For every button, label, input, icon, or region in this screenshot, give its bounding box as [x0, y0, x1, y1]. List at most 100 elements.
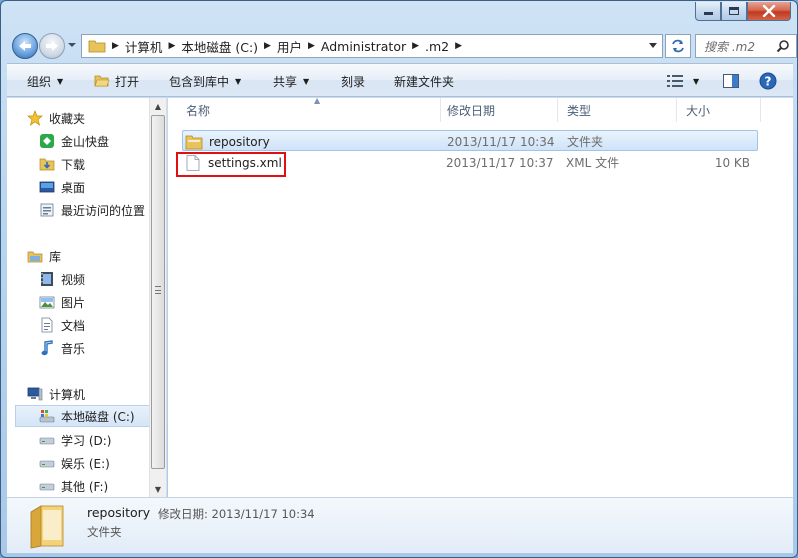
sidebar-item-kuaipan[interactable]: 金山快盘 — [39, 130, 109, 152]
breadcrumb-chevron-icon[interactable]: ▶ — [264, 41, 271, 51]
sidebar-group-computer[interactable]: 计算机 — [27, 383, 85, 405]
file-row[interactable]: repository 2013/11/17 10:34 文件夹 — [182, 130, 758, 151]
burn-label: 刻录 — [341, 74, 366, 89]
sidebar-group-libraries[interactable]: 库 — [27, 245, 61, 267]
chevron-down-icon: ▼ — [235, 76, 242, 86]
forward-button[interactable] — [39, 33, 65, 59]
scroll-down-icon[interactable]: ▼ — [150, 481, 166, 497]
navigation-pane-scrollbar[interactable]: ▲ ▼ — [149, 98, 166, 497]
chevron-down-icon: ▼ — [303, 76, 310, 86]
sidebar-item-recent-places[interactable]: 最近访问的位置 — [39, 199, 145, 221]
file-list-pane: 名称 ▲ 修改日期 类型 大小 repository 2013/11/17 10… — [168, 96, 793, 497]
sidebar-item-label: 娱乐 (E:) — [61, 456, 110, 471]
sidebar-item-label: 最近访问的位置 — [61, 203, 146, 218]
folder-icon — [185, 135, 203, 149]
sidebar-item-music[interactable]: 音乐 — [39, 337, 85, 359]
sidebar-item-pictures[interactable]: 图片 — [39, 291, 85, 313]
sidebar-item-downloads[interactable]: 下载 — [39, 153, 85, 175]
drive-icon — [39, 483, 55, 491]
file-name: repository — [209, 134, 270, 149]
svg-text:?: ? — [765, 75, 772, 89]
breadcrumb-item[interactable]: Administrator — [321, 39, 406, 54]
share-button[interactable]: 共享 ▼ — [273, 64, 309, 98]
close-icon — [762, 5, 776, 17]
sidebar-item-desktop[interactable]: 桌面 — [39, 176, 85, 198]
grip-icon — [155, 286, 161, 294]
change-view-button[interactable]: ▼ — [667, 64, 699, 98]
help-button[interactable]: ? — [759, 64, 777, 98]
include-in-library-button[interactable]: 包含到库中 ▼ — [169, 64, 241, 98]
open-folder-icon — [94, 75, 110, 87]
search-icon — [776, 40, 789, 53]
details-item-type: 文件夹 — [87, 525, 122, 539]
scrollbar-thumb[interactable] — [151, 115, 165, 469]
file-size: 10 KB — [714, 155, 750, 170]
forward-arrow-icon — [46, 41, 58, 51]
breadcrumb-item[interactable]: 计算机 — [125, 37, 163, 56]
breadcrumb-chevron-icon[interactable]: ▶ — [455, 41, 462, 51]
search-input[interactable]: 搜索 .m2 — [695, 34, 797, 58]
breadcrumb-chevron-icon[interactable]: ▶ — [168, 41, 175, 51]
sidebar-item-drive-f[interactable]: 其他 (F:) — [39, 475, 108, 497]
sidebar-item-documents[interactable]: 文档 — [39, 314, 85, 336]
command-bar: 组织 ▼ 打开 包含到库中 ▼ 共享 ▼ 刻录 新建文件夹 ▼ ? — [7, 63, 793, 97]
sidebar-group-favorites[interactable]: 收藏夹 — [27, 107, 85, 129]
address-history-dropdown[interactable] — [644, 35, 662, 57]
file-name-cell: repository — [185, 131, 270, 152]
maximize-button[interactable] — [721, 2, 747, 21]
sidebar-item-label: 金山快盘 — [61, 134, 110, 149]
sidebar-item-drive-d[interactable]: 学习 (D:) — [39, 429, 111, 451]
preview-pane-button[interactable] — [723, 64, 739, 98]
documents-icon — [41, 317, 53, 333]
minimize-icon — [703, 12, 713, 15]
column-header-type[interactable]: 类型 — [557, 98, 677, 122]
annotation-highlight-box — [176, 152, 286, 177]
star-icon — [27, 110, 43, 126]
navigation-bar: ▶ 计算机 ▶ 本地磁盘 (C:) ▶ 用户 ▶ Administrator ▶… — [9, 31, 797, 61]
search-placeholder: 搜索 .m2 — [704, 39, 755, 54]
drive-icon — [39, 460, 55, 468]
refresh-button[interactable] — [665, 34, 691, 58]
address-bar[interactable]: ▶ 计算机 ▶ 本地磁盘 (C:) ▶ 用户 ▶ Administrator ▶… — [81, 34, 663, 58]
chevron-down-icon — [649, 43, 657, 48]
column-header-modified[interactable]: 修改日期 — [437, 98, 558, 122]
open-button[interactable]: 打开 — [94, 64, 139, 98]
drive-c-icon — [39, 410, 55, 423]
organize-label: 组织 — [27, 74, 52, 89]
chevron-down-icon: ▼ — [693, 76, 700, 86]
sidebar-item-label: 桌面 — [61, 180, 86, 195]
share-label: 共享 — [273, 74, 298, 89]
column-header-label: 大小 — [686, 103, 711, 118]
close-button[interactable] — [747, 2, 791, 21]
back-button[interactable] — [12, 33, 38, 59]
new-folder-button[interactable]: 新建文件夹 — [394, 64, 454, 98]
details-pane: repository 修改日期: 2013/11/17 10:34 文件夹 — [7, 497, 793, 553]
sort-ascending-icon: ▲ — [314, 96, 321, 105]
preview-pane-icon — [723, 74, 739, 88]
explorer-window: ▶ 计算机 ▶ 本地磁盘 (C:) ▶ 用户 ▶ Administrator ▶… — [0, 0, 798, 558]
organize-button[interactable]: 组织 ▼ — [27, 64, 63, 98]
column-header-label: 修改日期 — [447, 103, 496, 118]
breadcrumb-chevron-icon[interactable]: ▶ — [412, 41, 419, 51]
minimize-button[interactable] — [695, 2, 721, 21]
sidebar-item-drive-e[interactable]: 娱乐 (E:) — [39, 452, 110, 474]
folder-icon — [88, 40, 106, 53]
breadcrumb-item[interactable]: 用户 — [277, 37, 302, 56]
desktop-icon — [39, 181, 55, 193]
recent-pages-dropdown[interactable] — [67, 39, 77, 49]
burn-button[interactable]: 刻录 — [341, 64, 365, 98]
scroll-up-icon[interactable]: ▲ — [150, 98, 166, 114]
breadcrumb-chevron-icon[interactable]: ▶ — [112, 41, 119, 51]
sidebar-item-drive-c[interactable]: 本地磁盘 (C:) — [15, 405, 157, 427]
sidebar-item-label: 学习 (D:) — [61, 433, 112, 448]
breadcrumb-item[interactable]: 本地磁盘 (C:) — [181, 37, 258, 56]
pictures-icon — [39, 296, 55, 309]
sidebar-item-video[interactable]: 视频 — [39, 268, 85, 290]
file-modified: 2013/11/17 10:34 — [447, 134, 555, 149]
file-type: XML 文件 — [566, 156, 620, 170]
details-item-name: repository — [87, 505, 151, 520]
column-header-size[interactable]: 大小 — [676, 98, 761, 122]
breadcrumb-chevron-icon[interactable]: ▶ — [308, 41, 315, 51]
breadcrumb-item[interactable]: .m2 — [425, 39, 449, 54]
column-header-name[interactable]: 名称 ▲ — [176, 96, 441, 122]
